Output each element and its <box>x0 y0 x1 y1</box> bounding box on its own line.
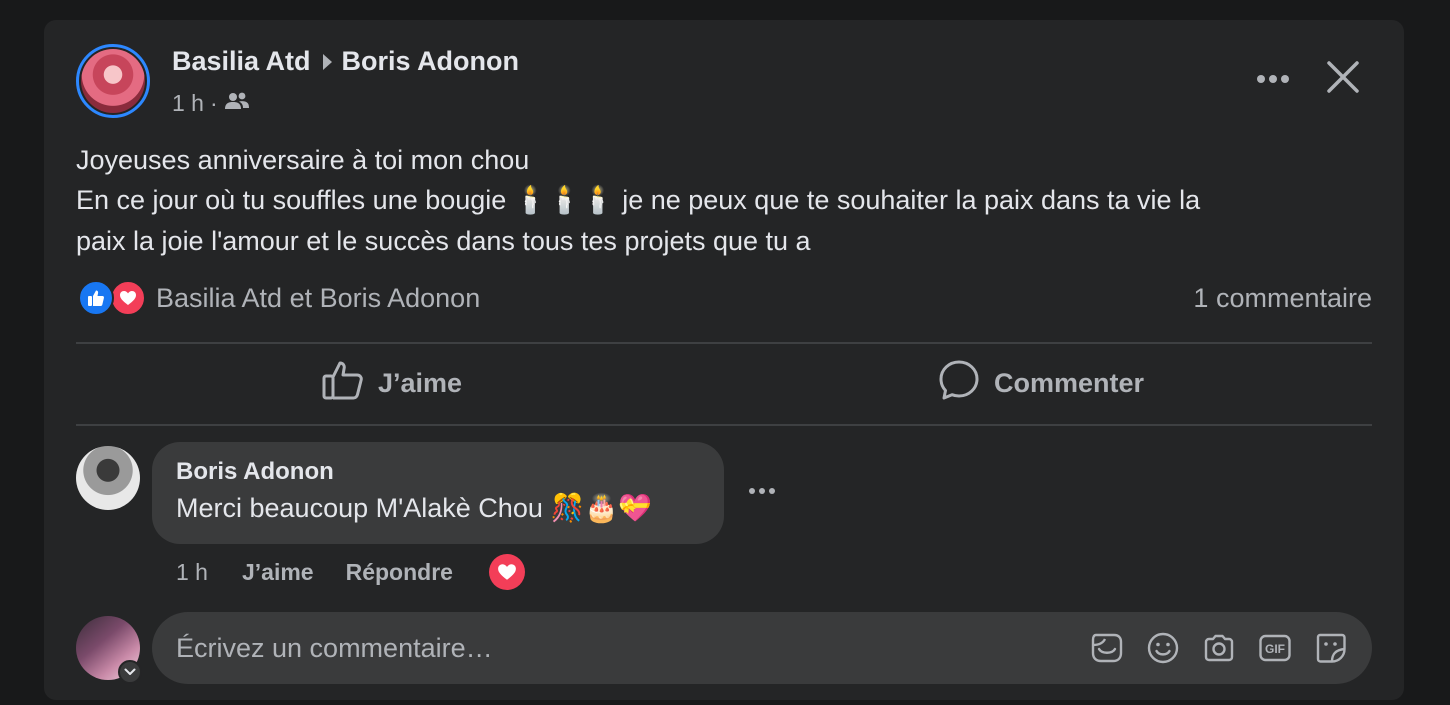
comment-time[interactable]: 1 h <box>176 559 208 586</box>
post-header-actions <box>1256 60 1360 99</box>
close-icon[interactable] <box>1326 60 1360 99</box>
post-text-line2: En ce jour où tu souffles une bougie 🕯️🕯… <box>76 180 1366 221</box>
author-avatar[interactable] <box>76 44 150 118</box>
commenter-avatar[interactable] <box>76 446 140 510</box>
thumbs-up-icon <box>322 360 364 407</box>
comment-author[interactable]: Boris Adonon <box>176 458 700 486</box>
recipient-name[interactable]: Boris Adonon <box>342 46 519 77</box>
comment-emojis: 🎊🎂💝 <box>550 493 652 524</box>
speech-bubble-icon <box>938 359 980 408</box>
composer-icons: GIF <box>1090 631 1348 665</box>
more-options-icon[interactable] <box>1256 71 1290 89</box>
author-name[interactable]: Basilia Atd <box>172 46 311 77</box>
love-icon <box>110 280 146 316</box>
post-header-names: Basilia Atd Boris Adonon <box>172 46 519 77</box>
comment-text: Merci beaucoup M'Alakè Chou <box>176 492 543 523</box>
post-text-line2-start: En ce jour où tu souffles une bougie <box>76 185 507 215</box>
comment-composer[interactable]: Écrivez un commentaire… GIF <box>152 612 1372 684</box>
post-body: Joyeuses anniversaire à toi mon chou En … <box>76 140 1366 261</box>
comment-count-link[interactable]: 1 commentaire <box>1193 283 1372 314</box>
post-text-line2-end: je ne peux que te souhaiter la paix dans… <box>622 185 1201 215</box>
comment-meta: 1 h J’aime Répondre <box>176 554 525 590</box>
divider-bottom <box>76 424 1372 426</box>
avatar-sticker-icon[interactable] <box>1090 631 1124 665</box>
reactions-summary[interactable]: Basilia Atd et Boris Adonon <box>78 280 480 316</box>
gif-icon[interactable]: GIF <box>1258 631 1292 665</box>
meta-separator: · <box>209 90 218 116</box>
comment-reply-link[interactable]: Répondre <box>346 559 453 586</box>
chevron-down-icon[interactable] <box>118 660 142 684</box>
comment-like-link[interactable]: J’aime <box>242 559 314 586</box>
comment-more-icon[interactable] <box>748 482 776 500</box>
comment-button[interactable]: Commenter <box>938 360 1144 406</box>
arrow-right-icon <box>322 53 332 70</box>
post-time[interactable]: 1 h <box>172 90 204 117</box>
post-text-line1: Joyeuses anniversaire à toi mon chou <box>76 145 530 175</box>
comment-bubble: Boris Adonon Merci beaucoup M'Alakè Chou… <box>152 442 724 544</box>
post-meta: 1 h · <box>172 90 250 117</box>
like-button[interactable]: J’aime <box>322 360 462 406</box>
emoji-icon[interactable] <box>1146 631 1180 665</box>
author-avatar-image <box>81 49 145 113</box>
comment-love-reaction-icon[interactable] <box>488 554 525 590</box>
like-icon <box>78 280 114 316</box>
like-button-label: J’aime <box>378 367 463 398</box>
camera-icon[interactable] <box>1202 631 1236 665</box>
comment-input[interactable]: Écrivez un commentaire… <box>176 633 1090 664</box>
comment-button-label: Commenter <box>994 367 1145 398</box>
friends-icon[interactable] <box>224 90 250 117</box>
divider-top <box>76 342 1372 344</box>
comment-text-row: Merci beaucoup M'Alakè Chou 🎊🎂💝 <box>176 492 700 525</box>
post-card: Basilia Atd Boris Adonon 1 h · Joyeuses … <box>44 20 1404 700</box>
reactions-names: Basilia Atd et Boris Adonon <box>156 282 481 313</box>
candles-emoji: 🕯️🕯️🕯️ <box>513 185 615 216</box>
svg-text:GIF: GIF <box>1265 642 1285 656</box>
sticker-icon[interactable] <box>1314 631 1348 665</box>
post-text-line3: paix la joie l'amour et le succès dans t… <box>76 226 811 256</box>
